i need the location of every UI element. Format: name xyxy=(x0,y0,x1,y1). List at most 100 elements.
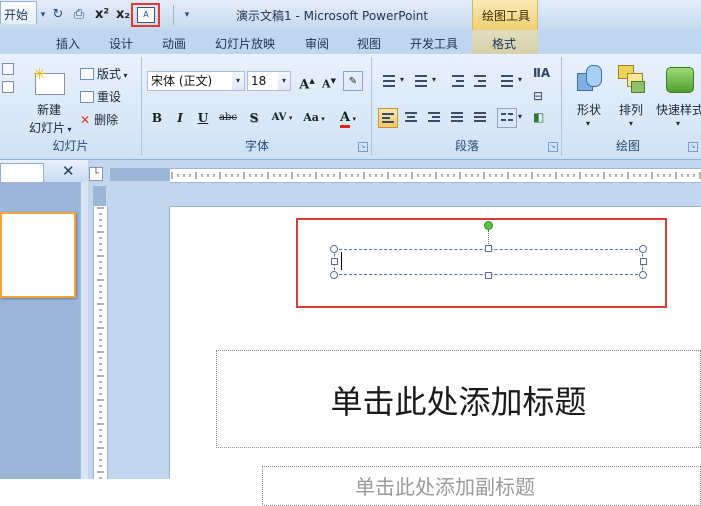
new-slide-label-2-text: 幻灯片 xyxy=(29,121,66,135)
layout-button[interactable]: 版式 ▾ xyxy=(80,65,128,82)
line-spacing-dropdown-icon[interactable]: ▾ xyxy=(518,75,522,84)
font-name-combo[interactable]: 宋体 (正文) ▾ xyxy=(147,71,245,91)
vertical-ruler-margin xyxy=(93,186,106,206)
paragraph-group-label: 段落 xyxy=(454,139,479,153)
numbering-dropdown-icon[interactable]: ▾ xyxy=(432,75,436,84)
ribbon-tabs xyxy=(0,30,701,54)
print-preview-icon[interactable]: ⎙ xyxy=(70,6,88,24)
font-dialog-launcher-icon[interactable]: ↘ xyxy=(358,142,368,152)
new-slide-label[interactable]: 新建 xyxy=(37,101,61,118)
change-case-glyph: Aa xyxy=(303,111,319,124)
paragraph-dialog-launcher-icon[interactable]: ↘ xyxy=(548,142,558,152)
shapes-icon[interactable] xyxy=(577,65,603,93)
numbering-button[interactable] xyxy=(411,71,431,91)
layout-icon xyxy=(80,68,94,80)
slide-thumbnail[interactable] xyxy=(0,212,76,298)
shrink-font-button[interactable]: A▼ xyxy=(319,71,339,91)
font-group: 宋体 (正文) ▾ 18 ▾ A▲ A▼ ✎ B I U abc S AV ▾ Aa… xyxy=(143,57,372,156)
paragraph-group: ▾ ▾ ▾ ⅡA ⊟ ◧ ▾ 段落 ↘ xyxy=(373,57,562,156)
underline-button[interactable]: U xyxy=(193,108,213,128)
columns-button[interactable] xyxy=(497,108,517,128)
new-slide-icon[interactable]: ✳ xyxy=(33,65,67,95)
char-spacing-button[interactable]: AV ▾ xyxy=(267,108,297,128)
strikethrough-button[interactable]: abc xyxy=(216,108,240,128)
tab-developer[interactable]: 开发工具 xyxy=(410,35,458,52)
tab-selector-icon[interactable]: └ xyxy=(89,167,103,181)
drawing-dialog-launcher-icon[interactable]: ↘ xyxy=(688,142,698,152)
arrange-icon[interactable] xyxy=(618,65,646,93)
subtitle-placeholder-text: 单击此处添加副标题 xyxy=(355,475,535,499)
delete-icon: ✕ xyxy=(80,113,91,127)
tab-animations[interactable]: 动画 xyxy=(162,35,186,52)
slides-group: ✳ 新建 幻灯片 ▾ 版式 ▾ 重设 ✕ 删除 幻灯片 xyxy=(0,57,142,156)
clipboard-edge-icon[interactable] xyxy=(2,63,14,103)
columns-dropdown-icon[interactable]: ▾ xyxy=(518,112,522,121)
grow-font-glyph: A xyxy=(299,77,310,93)
bullets-dropdown-icon[interactable]: ▾ xyxy=(400,75,404,84)
grow-font-button[interactable]: A▲ xyxy=(297,71,317,93)
subscript-icon[interactable]: x₂ xyxy=(114,6,132,24)
font-size-dropdown-icon[interactable]: ▾ xyxy=(278,72,290,90)
delete-label: 删除 xyxy=(94,113,119,127)
layout-dropdown-icon: ▾ xyxy=(121,71,128,80)
decrease-indent-button[interactable] xyxy=(448,71,468,91)
italic-button[interactable]: I xyxy=(170,108,190,128)
drawing-group: 形状 ▾ 排列 ▾ 快速样式 ▾ 绘图 ↘ xyxy=(563,57,701,156)
reset-icon xyxy=(80,91,94,103)
smartart-icon[interactable]: ◧ xyxy=(533,110,544,124)
line-spacing-button[interactable] xyxy=(497,71,517,91)
increase-indent-button[interactable] xyxy=(470,71,490,91)
textbox-highlight-box xyxy=(296,218,667,308)
distributed-button[interactable] xyxy=(470,108,490,128)
justify-button[interactable] xyxy=(447,108,467,128)
bold-button[interactable]: B xyxy=(147,108,167,128)
ribbon: ✳ 新建 幻灯片 ▾ 版式 ▾ 重设 ✕ 删除 幻灯片 宋体 (正文) ▾ 18 ▾ … xyxy=(0,54,701,160)
change-case-button[interactable]: Aa ▾ xyxy=(299,108,329,128)
clear-formatting-button[interactable]: ✎ xyxy=(343,71,363,91)
horizontal-ruler-ticks xyxy=(171,172,701,179)
title-placeholder[interactable]: 单击此处添加标题 xyxy=(216,350,701,448)
tab-design[interactable]: 设计 xyxy=(109,35,133,52)
horizontal-ruler-margin xyxy=(110,168,170,181)
new-slide-label-2[interactable]: 幻灯片 ▾ xyxy=(29,119,72,136)
shadow-button[interactable]: S xyxy=(244,108,264,128)
subtitle-placeholder[interactable]: 单击此处添加副标题 xyxy=(262,466,701,506)
tab-slide-show[interactable]: 幻灯片放映 xyxy=(215,35,275,52)
customize-qat-icon[interactable]: ▾ xyxy=(178,6,196,24)
arrange-dropdown-icon[interactable]: ▾ xyxy=(629,119,633,128)
align-center-button[interactable] xyxy=(401,108,421,128)
align-left-button[interactable] xyxy=(378,108,398,128)
quick-styles-dropdown-icon[interactable]: ▾ xyxy=(676,119,680,128)
vertical-ruler[interactable] xyxy=(93,206,108,479)
font-size-combo[interactable]: 18 ▾ xyxy=(247,71,291,91)
font-color-glyph: A xyxy=(339,111,351,128)
reset-button[interactable]: 重设 xyxy=(80,88,121,105)
text-direction-icon[interactable]: ⅡA xyxy=(533,66,550,80)
horizontal-ruler[interactable] xyxy=(170,168,701,183)
tab-review[interactable]: 审阅 xyxy=(305,35,329,52)
delete-button[interactable]: ✕ 删除 xyxy=(80,111,118,128)
shapes-label[interactable]: 形状 xyxy=(577,101,601,118)
title-placeholder-text: 单击此处添加标题 xyxy=(330,383,587,421)
tab-insert[interactable]: 插入 xyxy=(56,35,80,52)
shapes-dropdown-icon[interactable]: ▾ xyxy=(586,119,590,128)
tab-view[interactable]: 视图 xyxy=(357,35,381,52)
arrange-label[interactable]: 排列 xyxy=(619,101,643,118)
align-text-icon[interactable]: ⊟ xyxy=(533,89,543,103)
slide-thumbnail-list[interactable] xyxy=(0,182,80,479)
slides-pane-tab[interactable] xyxy=(0,163,44,182)
close-icon[interactable]: ✕ xyxy=(62,162,75,180)
redo-icon[interactable]: ↻ xyxy=(49,6,67,24)
quick-styles-icon[interactable] xyxy=(666,65,694,93)
tab-home[interactable]: 开始 xyxy=(0,1,37,24)
align-right-button[interactable] xyxy=(424,108,444,128)
quick-styles-label[interactable]: 快速样式 xyxy=(656,101,701,118)
tab-format[interactable]: 格式 xyxy=(492,35,516,52)
reset-label: 重设 xyxy=(97,90,122,104)
drawing-group-label: 绘图 xyxy=(615,139,640,153)
font-name-dropdown-icon[interactable]: ▾ xyxy=(232,72,244,90)
superscript-icon[interactable]: x² xyxy=(93,6,111,24)
font-color-button[interactable]: A ▾ xyxy=(333,108,363,128)
bullets-button[interactable] xyxy=(379,71,399,91)
font-name-value: 宋体 (正文) xyxy=(151,74,213,88)
